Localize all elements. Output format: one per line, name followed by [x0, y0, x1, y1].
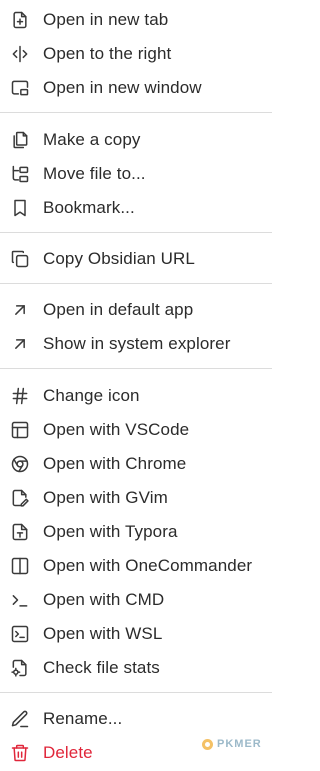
menu-separator: [0, 368, 272, 369]
copy-icon: [9, 248, 31, 270]
menu-item-label: Open with GVim: [43, 488, 168, 507]
menu-item-rename[interactable]: Rename...: [0, 702, 272, 736]
file-plus-icon: [9, 9, 31, 31]
menu-separator: [0, 232, 272, 233]
terminal-square-icon: [9, 623, 31, 645]
menu-item-copy-obsidian-url[interactable]: Copy Obsidian URL: [0, 242, 272, 276]
menu-item-check-file-stats[interactable]: Check file stats: [0, 651, 272, 685]
menu-separator: [0, 283, 272, 284]
folder-tree-icon: [9, 163, 31, 185]
menu-item-label: Bookmark...: [43, 198, 135, 217]
picture-in-picture-icon: [9, 77, 31, 99]
menu-item-label: Open with OneCommander: [43, 556, 253, 575]
menu-item-label: Check file stats: [43, 658, 160, 677]
pkmer-logo-icon: [202, 738, 213, 750]
menu-item-label: Copy Obsidian URL: [43, 249, 195, 268]
split-vertical-icon: [9, 43, 31, 65]
file-pen-icon: [9, 487, 31, 509]
arrow-up-right-icon: [9, 333, 31, 355]
menu-item-label: Move file to...: [43, 164, 146, 183]
pencil-icon: [9, 708, 31, 730]
menu-item-open-in-new-window[interactable]: Open in new window: [0, 71, 272, 105]
trash-icon: [9, 742, 31, 764]
menu-item-label: Open to the right: [43, 44, 172, 63]
menu-separator: [0, 112, 272, 113]
menu-item-label: Open with VSCode: [43, 420, 190, 439]
menu-item-open-with-cmd[interactable]: Open with CMD: [0, 583, 272, 617]
arrow-up-right-icon: [9, 299, 31, 321]
menu-item-label: Open with Chrome: [43, 454, 187, 473]
menu-item-label: Open with WSL: [43, 624, 163, 643]
menu-item-label: Show in system explorer: [43, 334, 231, 353]
watermark-text: PKMER: [217, 738, 262, 750]
terminal-icon: [9, 589, 31, 611]
chrome-icon: [9, 453, 31, 475]
menu-item-label: Delete: [43, 743, 93, 762]
menu-item-open-with-vscode[interactable]: Open with VSCode: [0, 413, 272, 447]
bookmark-icon: [9, 197, 31, 219]
menu-separator: [0, 692, 272, 693]
menu-item-open-in-default-app[interactable]: Open in default app: [0, 293, 272, 327]
menu-item-label: Rename...: [43, 709, 123, 728]
menu-item-label: Open with CMD: [43, 590, 165, 609]
menu-item-change-icon[interactable]: Change icon: [0, 379, 272, 413]
menu-item-label: Change icon: [43, 386, 140, 405]
menu-item-bookmark[interactable]: Bookmark...: [0, 191, 272, 225]
file-cog-icon: [9, 657, 31, 679]
menu-item-open-with-onecommander[interactable]: Open with OneCommander: [0, 549, 272, 583]
pkmer-watermark: PKMER: [202, 738, 262, 750]
menu-item-show-in-system-explorer[interactable]: Show in system explorer: [0, 327, 272, 361]
file-type-icon: [9, 521, 31, 543]
hash-icon: [9, 385, 31, 407]
menu-item-open-to-the-right[interactable]: Open to the right: [0, 37, 272, 71]
menu-item-label: Open in default app: [43, 300, 194, 319]
menu-item-open-with-chrome[interactable]: Open with Chrome: [0, 447, 272, 481]
menu-item-label: Open with Typora: [43, 522, 178, 541]
menu-item-label: Open in new window: [43, 78, 202, 97]
context-menu: Open in new tab Open to the right Open i…: [0, 0, 272, 771]
menu-item-move-file-to[interactable]: Move file to...: [0, 157, 272, 191]
copy-file-icon: [9, 129, 31, 151]
menu-item-open-with-gvim[interactable]: Open with GVim: [0, 481, 272, 515]
menu-item-open-with-wsl[interactable]: Open with WSL: [0, 617, 272, 651]
layout-icon: [9, 419, 31, 441]
menu-item-label: Make a copy: [43, 130, 141, 149]
menu-item-label: Open in new tab: [43, 10, 169, 29]
menu-item-open-in-new-tab[interactable]: Open in new tab: [0, 3, 272, 37]
menu-item-open-with-typora[interactable]: Open with Typora: [0, 515, 272, 549]
columns-icon: [9, 555, 31, 577]
menu-item-make-a-copy[interactable]: Make a copy: [0, 123, 272, 157]
